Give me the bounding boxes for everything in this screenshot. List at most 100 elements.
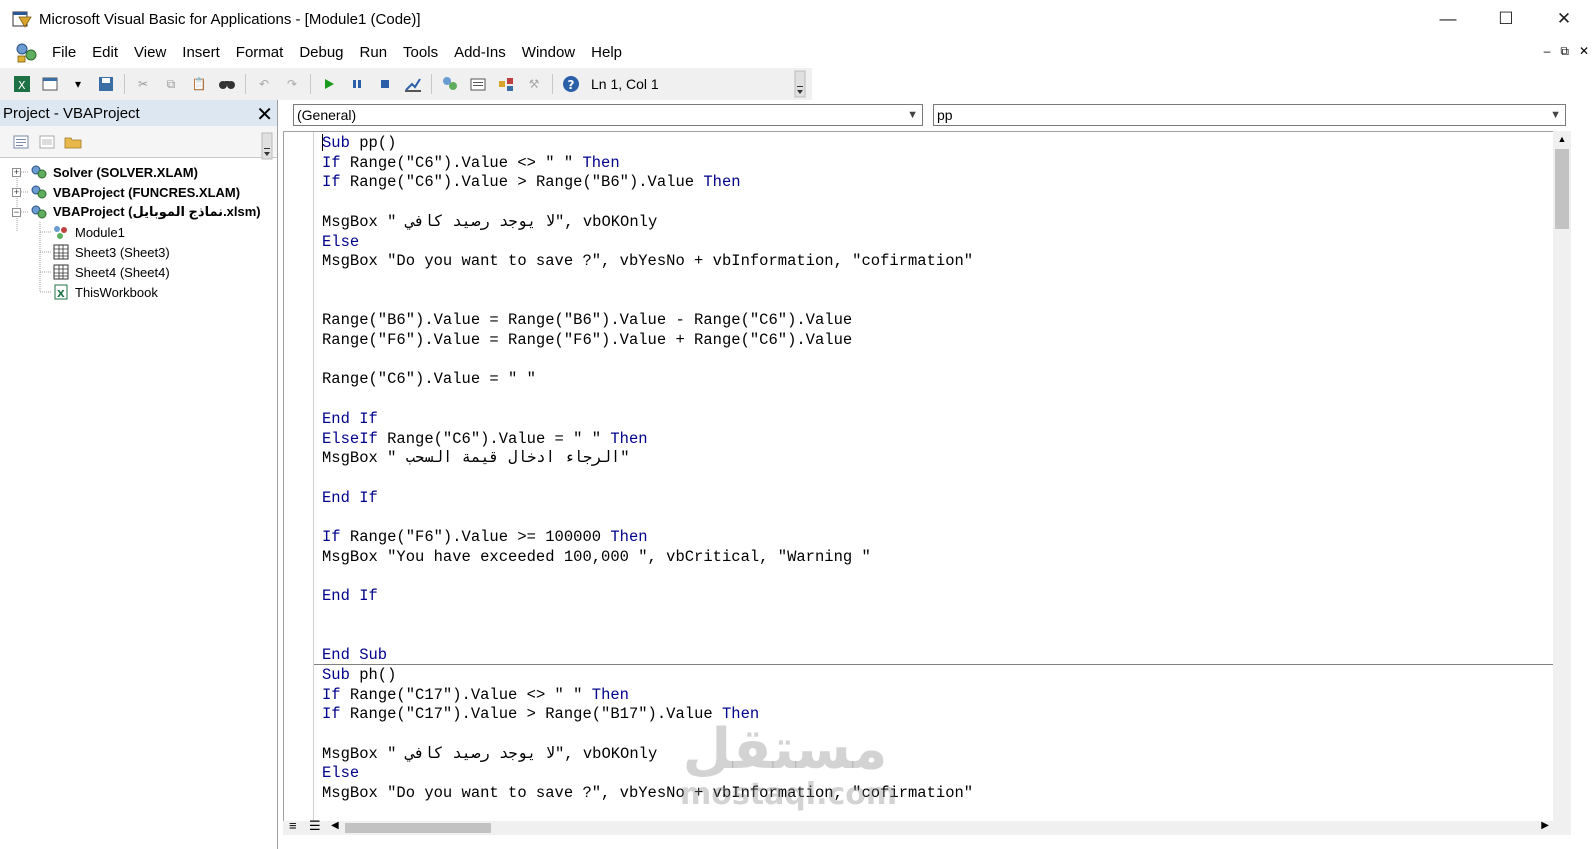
menu-view[interactable]: View [126, 38, 174, 68]
minimize-button[interactable]: — [1419, 0, 1477, 38]
tree-node-label: Module1 [75, 224, 125, 240]
project-pane-header: Project - VBAProject ✕ [0, 100, 277, 126]
procedure-combo[interactable]: pp ▼ [933, 104, 1566, 126]
view-excel-icon[interactable]: X [11, 73, 33, 95]
menu-edit[interactable]: Edit [84, 38, 126, 68]
toggle-folders-icon[interactable] [64, 134, 82, 150]
vba-project-icon[interactable] [14, 41, 40, 65]
tree-node-label: Solver (SOLVER.XLAM) [53, 164, 198, 180]
project-pane-toolbar [0, 126, 277, 158]
menu-help[interactable]: Help [583, 38, 630, 68]
tree-node-module1[interactable]: Module1 [52, 222, 125, 242]
breakpoint-margin[interactable] [284, 132, 314, 821]
menu-format[interactable]: Format [228, 38, 292, 68]
code-editor[interactable]: Sub pp() If Range("C6").Value <> " " Then… [283, 131, 1553, 821]
window-title: Microsoft Visual Basic for Applications … [39, 10, 421, 28]
expand-icon[interactable]: + [12, 168, 21, 177]
view-code-icon[interactable] [12, 134, 30, 150]
insert-userform-icon[interactable] [39, 73, 61, 95]
view-object-icon[interactable] [38, 134, 56, 150]
watermark-arabic: مستقل [682, 717, 888, 782]
help-icon[interactable]: ? [560, 73, 582, 95]
tree-node-label: VBAProject (FUNCRES.XLAM) [53, 184, 241, 200]
vertical-scroll-thumb[interactable] [1555, 149, 1569, 229]
code-line: Else [322, 232, 360, 251]
menu-debug[interactable]: Debug [291, 38, 351, 68]
close-button[interactable]: ✕ [1535, 0, 1593, 38]
break-icon[interactable] [346, 73, 368, 95]
design-mode-icon[interactable] [402, 73, 424, 95]
toolbox-icon[interactable]: ⚒ [523, 73, 545, 95]
tree-node-sheet3[interactable]: Sheet3 (Sheet3) [52, 242, 170, 262]
menu-add-ins[interactable]: Add-Ins [446, 38, 514, 68]
undo-icon[interactable]: ↶ [253, 73, 275, 95]
scroll-right-icon[interactable]: ▶ [1541, 820, 1549, 831]
tree-node-workbook-project[interactable]: VBAProject (نماذج الموبايل.xlsm) [30, 202, 261, 222]
mdi-minimize-button[interactable]: – [1544, 44, 1551, 59]
horizontal-scrollbar[interactable]: ≡ ☰ ◀ ▶ [283, 818, 1571, 835]
code-line: If Range("C6").Value > Range("B6").Value… [322, 173, 741, 192]
tree-node-label: VBAProject (نماذج الموبايل.xlsm) [53, 204, 261, 219]
svg-text:?: ? [568, 78, 575, 92]
vba-project-icon [30, 164, 48, 180]
expand-icon[interactable]: + [12, 188, 21, 197]
menu-run[interactable]: Run [352, 38, 396, 68]
paste-icon[interactable]: 📋 [188, 73, 210, 95]
full-module-view-icon[interactable]: ☰ [309, 818, 321, 834]
mdi-close-button[interactable]: ✕ [1579, 44, 1589, 59]
menu-insert[interactable]: Insert [174, 38, 228, 68]
project-toolbar-grip[interactable] [261, 132, 273, 160]
vertical-scrollbar[interactable]: ▲ [1553, 131, 1571, 821]
code-line: ElseIf Range("C6").Value = " " Then [322, 429, 648, 448]
procedure-view-icon[interactable]: ≡ [289, 818, 297, 833]
menu-bar: File Edit View Insert Format Debug Run T… [0, 38, 1593, 68]
project-explorer-icon[interactable] [439, 73, 461, 95]
close-icon[interactable]: ✕ [256, 102, 273, 127]
vba-project-icon [30, 184, 48, 200]
maximize-button[interactable]: ☐ [1477, 0, 1535, 38]
tree-node-sheet4[interactable]: Sheet4 (Sheet4) [52, 262, 170, 282]
save-icon[interactable] [95, 73, 117, 95]
tree-node-solver[interactable]: Solver (SOLVER.XLAM) [30, 162, 198, 182]
code-line: MsgBox " الرجاء ادخال قيمة السحب" [322, 449, 630, 468]
code-window: (General) ▼ pp ▼ Sub pp() If Range("C6").… [283, 100, 1593, 849]
scroll-left-icon[interactable]: ◀ [331, 820, 339, 831]
menu-tools[interactable]: Tools [395, 38, 446, 68]
reset-icon[interactable] [374, 73, 396, 95]
object-browser-icon[interactable] [495, 73, 517, 95]
title-bar: Microsoft Visual Basic for Applications … [0, 0, 1593, 38]
code-line: If Range("C6").Value <> " " Then [322, 153, 620, 172]
chevron-down-icon[interactable]: ▾ [67, 73, 89, 95]
object-combo[interactable]: (General) ▼ [293, 104, 923, 126]
cursor-position-status: Ln 1, Col 1 [591, 76, 659, 92]
code-line: MsgBox " لا يوجد رصيد كافي", vbOKOnly [322, 744, 658, 763]
procedure-combo-value: pp [937, 107, 953, 123]
menu-file[interactable]: File [44, 38, 84, 68]
code-line: If Range("C17").Value <> " " Then [322, 685, 629, 704]
scroll-up-icon[interactable]: ▲ [1553, 131, 1571, 147]
code-line: MsgBox "Do you want to save ?", vbYesNo … [322, 252, 974, 271]
tree-node-funcres[interactable]: VBAProject (FUNCRES.XLAM) [30, 182, 240, 202]
run-icon[interactable] [318, 73, 340, 95]
mdi-restore-button[interactable]: ⧉ [1560, 44, 1569, 59]
code-line: MsgBox " لا يوجد رصيد كافي", vbOKOnly [322, 212, 658, 231]
project-explorer-pane: Project - VBAProject ✕ Solver (SOLVER.XL… [0, 100, 278, 849]
vba-app-icon [11, 8, 33, 30]
redo-icon[interactable]: ↷ [281, 73, 303, 95]
code-line: Range("C6").Value = " " [322, 370, 536, 389]
tree-node-label: Sheet4 (Sheet4) [75, 264, 170, 280]
menu-window[interactable]: Window [514, 38, 583, 68]
code-line: Range("B6").Value = Range("B6").Value - … [322, 311, 853, 330]
collapse-icon[interactable]: − [12, 208, 21, 217]
properties-window-icon[interactable] [467, 73, 489, 95]
toolbar-options-grip[interactable] [794, 70, 806, 98]
tree-node-thisworkbook[interactable]: X ThisWorkbook [52, 282, 158, 302]
code-line: Sub pp() [322, 134, 397, 152]
worksheet-icon [52, 244, 70, 260]
project-pane-title: Project - VBAProject [3, 104, 140, 122]
horizontal-scroll-thumb[interactable] [345, 823, 491, 833]
copy-icon[interactable]: ⧉ [160, 73, 182, 95]
cut-icon[interactable]: ✂ [132, 73, 154, 95]
find-icon[interactable] [216, 73, 238, 95]
code-line: MsgBox "You have exceeded 100,000 ", vbC… [322, 547, 871, 566]
